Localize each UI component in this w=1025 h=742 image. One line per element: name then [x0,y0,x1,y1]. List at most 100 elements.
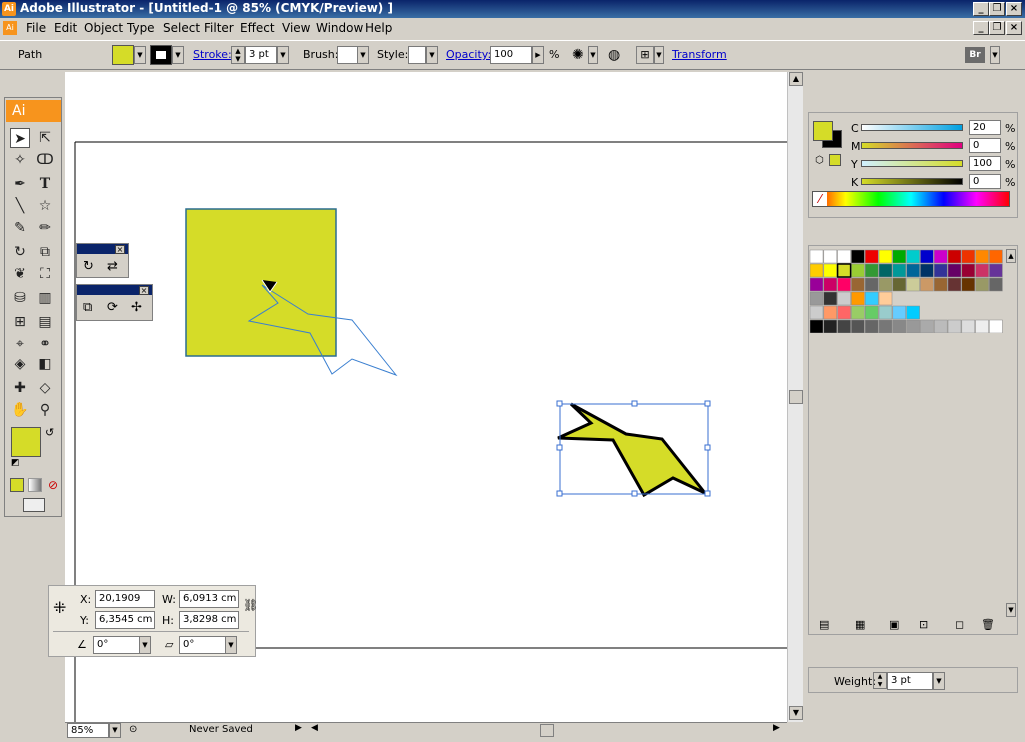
swatch[interactable] [975,249,989,264]
line-tool-icon[interactable]: ╲ [10,196,30,216]
mesh-tool-icon[interactable]: ⊞ [10,312,30,332]
star-tool-icon[interactable]: ☆ [35,196,55,216]
menu-filter[interactable]: Filter [204,21,234,35]
swatch[interactable] [989,277,1003,292]
swatch[interactable] [837,319,851,334]
swatch[interactable] [989,263,1003,278]
opacity-link[interactable]: Opacity: [446,48,491,61]
style-dropdown[interactable]: ▼ [426,46,438,64]
h-field[interactable]: 3,8298 cm [179,611,239,629]
opacity-arrow[interactable]: ▶ [532,46,544,64]
swatch[interactable] [851,319,865,334]
swatch[interactable] [809,249,824,264]
menu-select[interactable]: Select [163,21,200,35]
scroll-left-icon[interactable]: ◀ [311,723,318,733]
menu-edit[interactable]: Edit [54,21,77,35]
scroll-right-icon[interactable]: ▶ [773,723,780,733]
minimize-icon[interactable]: _ [973,2,989,16]
swatch[interactable] [851,277,865,292]
out-of-gamut-icon[interactable]: ⬡ [815,155,824,166]
fill-dropdown[interactable]: ▼ [134,46,146,64]
swatch[interactable] [823,249,838,264]
swatch[interactable] [975,263,989,278]
none-mode-icon[interactable]: ⊘ [46,478,60,492]
direct-selection-tool-icon[interactable]: ⇱ [35,128,55,148]
default-colors-icon[interactable]: ◩ [11,458,20,468]
stroke-dropdown[interactable]: ▼ [172,46,184,64]
menu-effect[interactable]: Effect [240,21,275,35]
menu-object[interactable]: Object [84,21,123,35]
graph-tool-icon[interactable]: ▥ [35,288,55,308]
stroke-link[interactable]: Stroke: [193,48,232,61]
doc-minimize-icon[interactable]: _ [973,21,989,35]
fill-color-swatch[interactable] [112,45,134,65]
swatch-options-icon[interactable]: ▣ [889,618,899,631]
gradient-tool-icon[interactable]: ▤ [35,312,55,332]
recolor-icon[interactable]: ✺ [572,47,584,63]
hand-tool-icon[interactable]: ✋ [10,400,30,420]
swatch[interactable] [947,277,962,292]
swatch[interactable] [906,319,920,334]
swatch[interactable] [920,263,934,278]
bridge-dropdown[interactable]: ▼ [990,46,1000,64]
swatch[interactable] [933,249,948,264]
weight-stepper[interactable]: ▲ ▼ [873,672,887,689]
channel-slider[interactable] [861,124,963,131]
swatch[interactable] [947,263,962,278]
panel-close-icon[interactable]: × [115,245,125,254]
recolor-dropdown[interactable]: ▼ [588,46,598,64]
swatch[interactable] [989,249,1003,264]
channel-value-field[interactable]: 0 [969,174,1001,189]
swatch[interactable] [920,249,934,264]
swatch[interactable] [906,263,920,278]
swatch-grid-svg[interactable] [809,249,1004,334]
swatch[interactable] [920,277,934,292]
align-dropdown[interactable]: ▼ [654,46,664,64]
live-paint-tool-icon[interactable]: ◈ [10,354,30,374]
swatch[interactable] [947,249,962,264]
channel-slider[interactable] [861,160,963,167]
channel-slider[interactable] [861,142,963,149]
lasso-tool-icon[interactable]: ↀ [35,150,55,170]
swatch-scroll-down-icon[interactable]: ▼ [1006,603,1016,617]
swatch[interactable] [989,319,1003,334]
swatch[interactable] [892,319,907,334]
blend-tool-icon[interactable]: ⚭ [35,334,55,354]
reference-point-icon[interactable]: ⁜ [53,598,73,618]
swatch[interactable] [837,305,851,320]
color-fill-indicator[interactable] [813,121,833,141]
brush-field[interactable] [337,46,359,64]
reshape-icon[interactable]: ✢ [131,300,142,315]
swatch[interactable] [975,277,989,292]
none-color-icon[interactable]: ⁄ [813,192,827,206]
new-color-group-icon[interactable]: ⊡ [919,618,928,631]
align-icon[interactable]: ⊞ [636,46,654,64]
restore-icon[interactable]: ❐ [989,2,1005,16]
rotate-dropdown[interactable]: ▼ [139,636,151,654]
swatch[interactable] [823,263,838,278]
swatch[interactable] [823,277,838,292]
swatch[interactable] [947,319,962,334]
scale-icon[interactable]: ⧉ [83,300,92,315]
x-field[interactable]: 20,1909 cm [95,590,155,620]
swatch[interactable] [809,263,824,278]
rotate-icon[interactable]: ↻ [83,259,94,274]
swatch[interactable] [975,319,989,334]
swatch[interactable] [864,277,879,292]
pencil-tool-icon[interactable]: ✏ [35,218,55,238]
scroll-up-icon[interactable]: ▲ [789,72,803,86]
doc-restore-icon[interactable]: ❐ [989,21,1005,35]
free-transform-tool-icon[interactable]: ⛶ [35,264,55,284]
swatch[interactable] [851,263,865,278]
swap-colors-icon[interactable]: ↺ [45,426,54,439]
shear-field[interactable]: 0° [179,636,227,654]
swatch[interactable] [878,263,893,278]
eyedropper-tool-icon[interactable]: ⌖ [10,334,30,354]
swatch-libraries-icon[interactable]: ▤ [819,618,829,631]
channel-value-field[interactable]: 100 [969,156,1001,171]
swatch[interactable] [851,249,865,264]
scroll-thumb[interactable] [789,390,803,404]
panel-close-icon[interactable]: × [139,286,149,295]
symbol-sprayer-tool-icon[interactable]: ⛁ [10,288,30,308]
slice-tool-icon[interactable]: ✚ [10,378,30,398]
